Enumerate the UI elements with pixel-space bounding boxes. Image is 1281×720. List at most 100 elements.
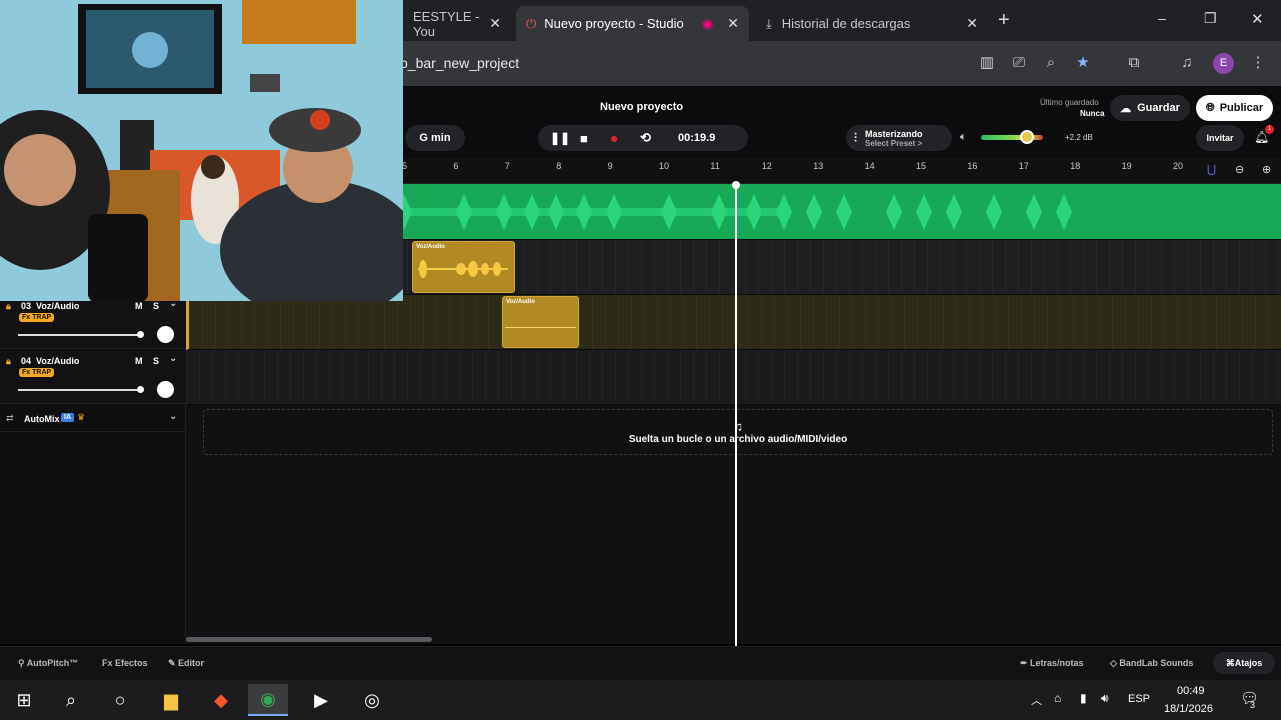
mastering-button[interactable]: ⫶ Masterizando Select Preset > <box>846 125 952 151</box>
publish-button[interactable]: 🌐︎ Publicar <box>1196 95 1273 121</box>
screen-recorder-icon[interactable]: ◎ <box>352 684 392 716</box>
last-saved-label: Último guardado <box>1040 98 1099 107</box>
close-icon[interactable]: ✕ <box>727 15 739 32</box>
chevron-down-icon[interactable]: ⌄ <box>169 411 177 422</box>
reading-list-icon[interactable]: ▥ <box>976 52 998 74</box>
zoom-icon[interactable]: ⌕ <box>1040 52 1062 74</box>
audio-clip[interactable]: Voz/Audio <box>412 241 515 293</box>
mute-button[interactable]: M <box>135 301 143 311</box>
playhead[interactable] <box>735 184 737 646</box>
stop-button[interactable]: ■ <box>580 131 610 146</box>
invite-button[interactable]: Invitar <box>1196 125 1244 151</box>
horizontal-scrollbar[interactable] <box>186 637 432 642</box>
maximize-button[interactable]: ❐ <box>1204 10 1217 27</box>
clock-date[interactable]: 18/1/2026 <box>1164 703 1213 715</box>
loop-button[interactable]: ⟲ <box>640 130 678 146</box>
volume-db-readout: +2.2 dB <box>1065 133 1093 142</box>
media-control-icon[interactable]: ♫ <box>1176 52 1198 74</box>
project-title[interactable]: Nuevo proyecto <box>600 101 683 113</box>
lock-icon: 🔒︎ <box>6 301 11 311</box>
zoom-out-icon[interactable]: ⊖ <box>1235 163 1244 176</box>
close-window-button[interactable]: ✕ <box>1251 10 1264 28</box>
volume-slider[interactable] <box>18 389 140 391</box>
tab-nuevo-proyecto[interactable]: ⏻ Nuevo proyecto - Studio ◉ ✕ <box>516 6 749 41</box>
volume-knob[interactable] <box>1020 130 1034 144</box>
notification-count: 3 <box>1250 700 1256 710</box>
chrome-icon[interactable]: ◉ <box>248 684 288 716</box>
language-indicator[interactable]: ESP <box>1128 693 1150 705</box>
pause-button[interactable]: ❚❚ <box>550 131 580 145</box>
tab-historial[interactable]: ⤓ Historial de descargas ✕ <box>756 6 988 41</box>
bookmark-star-icon[interactable]: ★ <box>1072 52 1094 74</box>
clock-time[interactable]: 00:49 <box>1177 685 1205 697</box>
track-name[interactable]: Voz/Audio <box>36 356 79 366</box>
chevron-down-icon[interactable]: ⌄ <box>169 353 177 364</box>
volume-slider-handle[interactable] <box>137 386 144 393</box>
speaker-icon[interactable]: 🔈︎ <box>960 131 967 144</box>
search-icon[interactable]: ⌕ <box>51 684 91 716</box>
audio-clip-selected[interactable]: Voz/Audio <box>502 296 579 348</box>
autopitch-button[interactable]: ⚲ AutoPitch™ <box>18 658 78 669</box>
waveform-burst <box>606 194 622 230</box>
extensions-icon[interactable]: ⧉ <box>1123 52 1145 74</box>
volume-slider-handle[interactable] <box>137 331 144 338</box>
new-tab-button[interactable]: + <box>998 9 1010 32</box>
time-display: 00:19.9 <box>678 132 716 144</box>
last-saved-value: Nunca <box>1080 109 1105 118</box>
track-name[interactable]: Voz/Audio <box>36 301 79 311</box>
battery-icon[interactable]: ▮ <box>1080 691 1087 705</box>
pencil-icon: ✎ <box>168 658 179 668</box>
record-button[interactable]: ● <box>610 130 640 146</box>
brave-icon[interactable]: ◆ <box>201 684 241 716</box>
pan-knob[interactable] <box>157 381 174 398</box>
track-header-03[interactable]: 🔒︎ 03 Voz/Audio M S ⌄ Fx TRAP <box>0 295 186 349</box>
waveform-burst <box>916 194 932 230</box>
drop-zone[interactable]: ♫ Suelta un bucle o un archivo audio/MID… <box>203 409 1273 455</box>
track-header-04[interactable]: 🔒︎ 04 Voz/Audio M S ⌄ Fx TRAP <box>0 350 186 404</box>
globe-icon: 🌐︎ <box>1205 101 1215 114</box>
timeline-ruler[interactable] <box>403 158 1281 184</box>
file-explorer-icon[interactable]: ▆ <box>151 684 191 716</box>
volume-slider[interactable] <box>18 334 140 336</box>
effects-button[interactable]: Fx Efectos <box>102 658 148 668</box>
cast-icon[interactable]: ⎚ <box>1008 52 1030 74</box>
bandlab-sounds-button[interactable]: ◇ BandLab Sounds <box>1110 658 1193 669</box>
download-icon: ⤓ <box>766 15 772 31</box>
key-selector[interactable]: G min <box>405 125 465 151</box>
windows-start-icon[interactable]: ⊞ <box>4 684 44 716</box>
shortcuts-button[interactable]: ⌘ Atajos <box>1213 652 1275 674</box>
minimize-button[interactable]: – <box>1158 10 1166 26</box>
zoom-in-icon[interactable]: ⊕ <box>1262 163 1271 176</box>
automix-row[interactable]: ⇄ AutoMix IA ♛ ⌄ <box>0 406 186 432</box>
tab-freestyle[interactable]: EESTYLE - You ✕ <box>403 6 511 41</box>
ruler-tick: 8 <box>556 161 562 171</box>
pan-knob[interactable] <box>157 326 174 343</box>
media-player-icon[interactable]: ▶ <box>301 684 341 716</box>
mute-button[interactable]: M <box>135 356 143 366</box>
chevron-up-icon[interactable]: ︿ <box>1031 692 1042 708</box>
playhead-handle[interactable] <box>732 181 740 189</box>
ruler-tick: 10 <box>659 161 670 171</box>
solo-button[interactable]: S <box>153 356 159 366</box>
solo-button[interactable]: S <box>153 301 159 311</box>
close-icon[interactable]: ✕ <box>489 15 501 32</box>
track-lane-3[interactable] <box>186 295 1281 350</box>
ruler-tick: 17 <box>1018 161 1029 171</box>
waveform-burst <box>548 194 564 230</box>
snap-magnet-icon[interactable]: ⋃ <box>1207 163 1223 176</box>
fx-badge[interactable]: Fx TRAP <box>19 368 55 377</box>
network-icon[interactable]: ⌂ <box>1054 691 1061 705</box>
lyrics-button[interactable]: ✒ Letras/notas <box>1020 658 1084 669</box>
command-icon: ⌘ <box>1225 657 1235 668</box>
url-field[interactable]: p_bar_new_project <box>400 55 519 71</box>
fx-badge[interactable]: Fx TRAP <box>19 313 55 322</box>
editor-button[interactable]: ✎ Editor <box>168 658 204 669</box>
volume-icon[interactable]: 🔊︎ <box>1101 691 1109 706</box>
save-button[interactable]: ☁ Guardar <box>1110 95 1190 121</box>
automix-icon: ⇄ <box>6 413 14 423</box>
cortana-icon[interactable]: ○ <box>100 684 140 716</box>
menu-icon[interactable]: ⋮ <box>1247 52 1269 74</box>
track-lane-4[interactable] <box>186 350 1281 405</box>
profile-avatar[interactable]: E <box>1213 53 1234 74</box>
close-icon[interactable]: ✕ <box>966 15 978 32</box>
